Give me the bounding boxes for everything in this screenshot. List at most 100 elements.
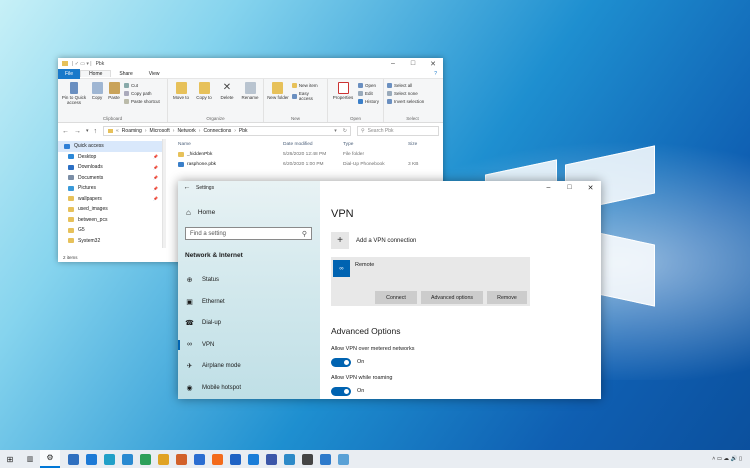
nav-mobile-hotspot[interactable]: ◉ Mobile hotspot <box>178 380 320 396</box>
nav-status[interactable]: ⊕ Status <box>178 272 320 288</box>
column-name[interactable]: Name <box>178 142 283 147</box>
cut-button[interactable]: Cut <box>124 83 160 88</box>
breadcrumb-pbk[interactable]: Pbk <box>239 128 248 134</box>
settings-taskbar-icon[interactable]: ⚙ <box>40 450 60 468</box>
remove-button[interactable]: Remove <box>487 291 527 304</box>
nav-item[interactable]: Quick access <box>58 141 162 152</box>
minimize-button[interactable]: – <box>383 60 403 68</box>
pin-icon[interactable]: 📌 <box>153 165 158 170</box>
copy-to-button[interactable]: Copy to <box>194 82 214 100</box>
maximize-button[interactable]: □ <box>403 60 423 68</box>
nav-item[interactable]: used_images <box>58 204 162 215</box>
taskbar-app-icon[interactable] <box>338 453 349 465</box>
breadcrumb-network[interactable]: Network <box>177 128 195 134</box>
copy-button[interactable]: Copy <box>90 82 104 100</box>
taskbar-app-icon[interactable] <box>320 453 331 465</box>
pin-icon[interactable]: 📌 <box>153 196 158 201</box>
taskbar-app-icon[interactable] <box>68 453 79 465</box>
quick-toolbar[interactable]: | ✓ ▭ ▾ | <box>72 61 92 67</box>
back-arrow-icon[interactable]: ← <box>178 184 196 191</box>
easy-access-button[interactable]: Easy access <box>291 91 324 101</box>
connect-button[interactable]: Connect <box>375 291 417 304</box>
breadcrumb-connections[interactable]: Connections <box>203 128 231 134</box>
nav-item[interactable]: System32 <box>58 236 162 247</box>
edit-button[interactable]: Edit <box>358 91 379 96</box>
up-arrow-icon[interactable]: ↑ <box>94 128 98 135</box>
advanced-options-button[interactable]: Advanced options <box>421 291 483 304</box>
taskbar-app-icon[interactable] <box>140 453 151 465</box>
recent-chevron-icon[interactable]: ▾ <box>86 128 89 135</box>
tab-file[interactable]: File <box>58 68 81 79</box>
column-date-modified[interactable]: Date modified <box>283 142 343 147</box>
home-nav[interactable]: ⌂ Home <box>186 208 215 217</box>
refresh-icon[interactable]: ↻ <box>343 128 347 134</box>
file-row[interactable]: rasphone.pbk 6/20/2020 1:00 PM Dial-Up Pho… <box>166 159 443 169</box>
nav-item[interactable]: Downloads 📌 <box>58 162 162 173</box>
nav-item[interactable]: G5 <box>58 225 162 236</box>
file-row[interactable]: _hiddenPbk 5/26/2020 12:48 PM File folder <box>166 149 443 159</box>
taskbar-app-icon[interactable] <box>230 453 241 465</box>
properties-button[interactable]: Properties <box>331 82 355 100</box>
select-none-button[interactable]: Select none <box>387 91 424 96</box>
forward-arrow-icon[interactable]: → <box>74 128 81 135</box>
roaming-toggle[interactable] <box>331 387 351 396</box>
taskbar-app-icon[interactable] <box>284 453 295 465</box>
search-box[interactable]: ⚲ Search Pbk <box>357 126 439 136</box>
back-arrow-icon[interactable]: ← <box>62 128 69 135</box>
nav-airplane-mode[interactable]: ✈ Airplane mode <box>178 358 320 374</box>
column-type[interactable]: Type <box>343 142 408 147</box>
start-button[interactable]: ⊞ <box>0 455 20 464</box>
taskbar-app-icon[interactable] <box>158 453 169 465</box>
invert-selection-button[interactable]: Invert selection <box>387 99 424 104</box>
add-vpn-button[interactable]: + Add a VPN connection <box>331 232 416 249</box>
nav-item[interactable]: wallpapers 📌 <box>58 194 162 205</box>
vpn-connection-card[interactable]: ∞ Remote Connect Advanced options Remove <box>331 257 530 306</box>
metered-toggle[interactable] <box>331 358 351 367</box>
breadcrumb-roaming[interactable]: Roaming <box>122 128 142 134</box>
task-view-icon[interactable]: ▥ <box>20 455 40 463</box>
nav-item[interactable]: Documents 📌 <box>58 173 162 184</box>
taskbar-app-icon[interactable] <box>212 453 223 465</box>
nav-item[interactable]: Desktop 📌 <box>58 152 162 163</box>
taskbar-app-icon[interactable] <box>266 453 277 465</box>
nav-item[interactable]: between_pcs <box>58 215 162 226</box>
column-size[interactable]: Size <box>408 142 438 147</box>
taskbar-app-icon[interactable] <box>86 453 97 465</box>
taskbar-app-icon[interactable] <box>104 453 115 465</box>
close-button[interactable]: ✕ <box>423 60 443 68</box>
pin-icon[interactable]: 📌 <box>153 175 158 180</box>
pin-quick-access-button[interactable]: Pin to Quick access <box>61 82 87 105</box>
open-button[interactable]: Open <box>358 83 379 88</box>
taskbar-app-icon[interactable] <box>248 453 259 465</box>
nav-vpn[interactable]: ∞ VPN <box>178 337 320 353</box>
taskbar-app-icon[interactable] <box>122 453 133 465</box>
breadcrumb-microsoft[interactable]: Microsoft <box>149 128 169 134</box>
help-icon[interactable]: ? <box>434 71 437 77</box>
paste-shortcut-button[interactable]: Paste shortcut <box>124 99 160 104</box>
nav-item[interactable]: Pictures 📌 <box>58 183 162 194</box>
taskbar-app-icon[interactable] <box>302 453 313 465</box>
pin-icon[interactable]: 📌 <box>153 154 158 159</box>
new-folder-button[interactable]: New folder <box>267 82 289 100</box>
system-tray[interactable]: ˄ ▭ ☁ 🔊 ▯ <box>712 456 750 462</box>
tab-home[interactable]: Home <box>80 70 112 77</box>
group-label: Open <box>349 116 361 121</box>
tab-share[interactable]: Share <box>111 71 140 77</box>
address-bar[interactable]: « Roaming › Microsoft › Network › Connectio… <box>103 126 351 136</box>
nav-ethernet[interactable]: ▣ Ethernet <box>178 294 320 310</box>
history-button[interactable]: History <box>358 99 379 104</box>
delete-button[interactable]: ✕ Delete <box>217 82 237 100</box>
paste-button[interactable]: Paste <box>107 82 121 100</box>
find-setting-input[interactable]: Find a setting ⚲ <box>185 227 312 240</box>
move-to-button[interactable]: Move to <box>171 82 191 100</box>
address-dropdown-icon[interactable]: ▾ <box>334 128 337 134</box>
nav-dial-up[interactable]: ☎ Dial-up <box>178 315 320 331</box>
select-all-button[interactable]: Select all <box>387 83 424 88</box>
pin-icon[interactable]: 📌 <box>153 186 158 191</box>
taskbar-app-icon[interactable] <box>194 453 205 465</box>
new-item-button[interactable]: New item <box>291 83 324 88</box>
copy-path-button[interactable]: Copy path <box>124 91 160 96</box>
taskbar-app-icon[interactable] <box>176 453 187 465</box>
rename-button[interactable]: Rename <box>240 82 260 100</box>
tab-view[interactable]: View <box>141 71 168 77</box>
